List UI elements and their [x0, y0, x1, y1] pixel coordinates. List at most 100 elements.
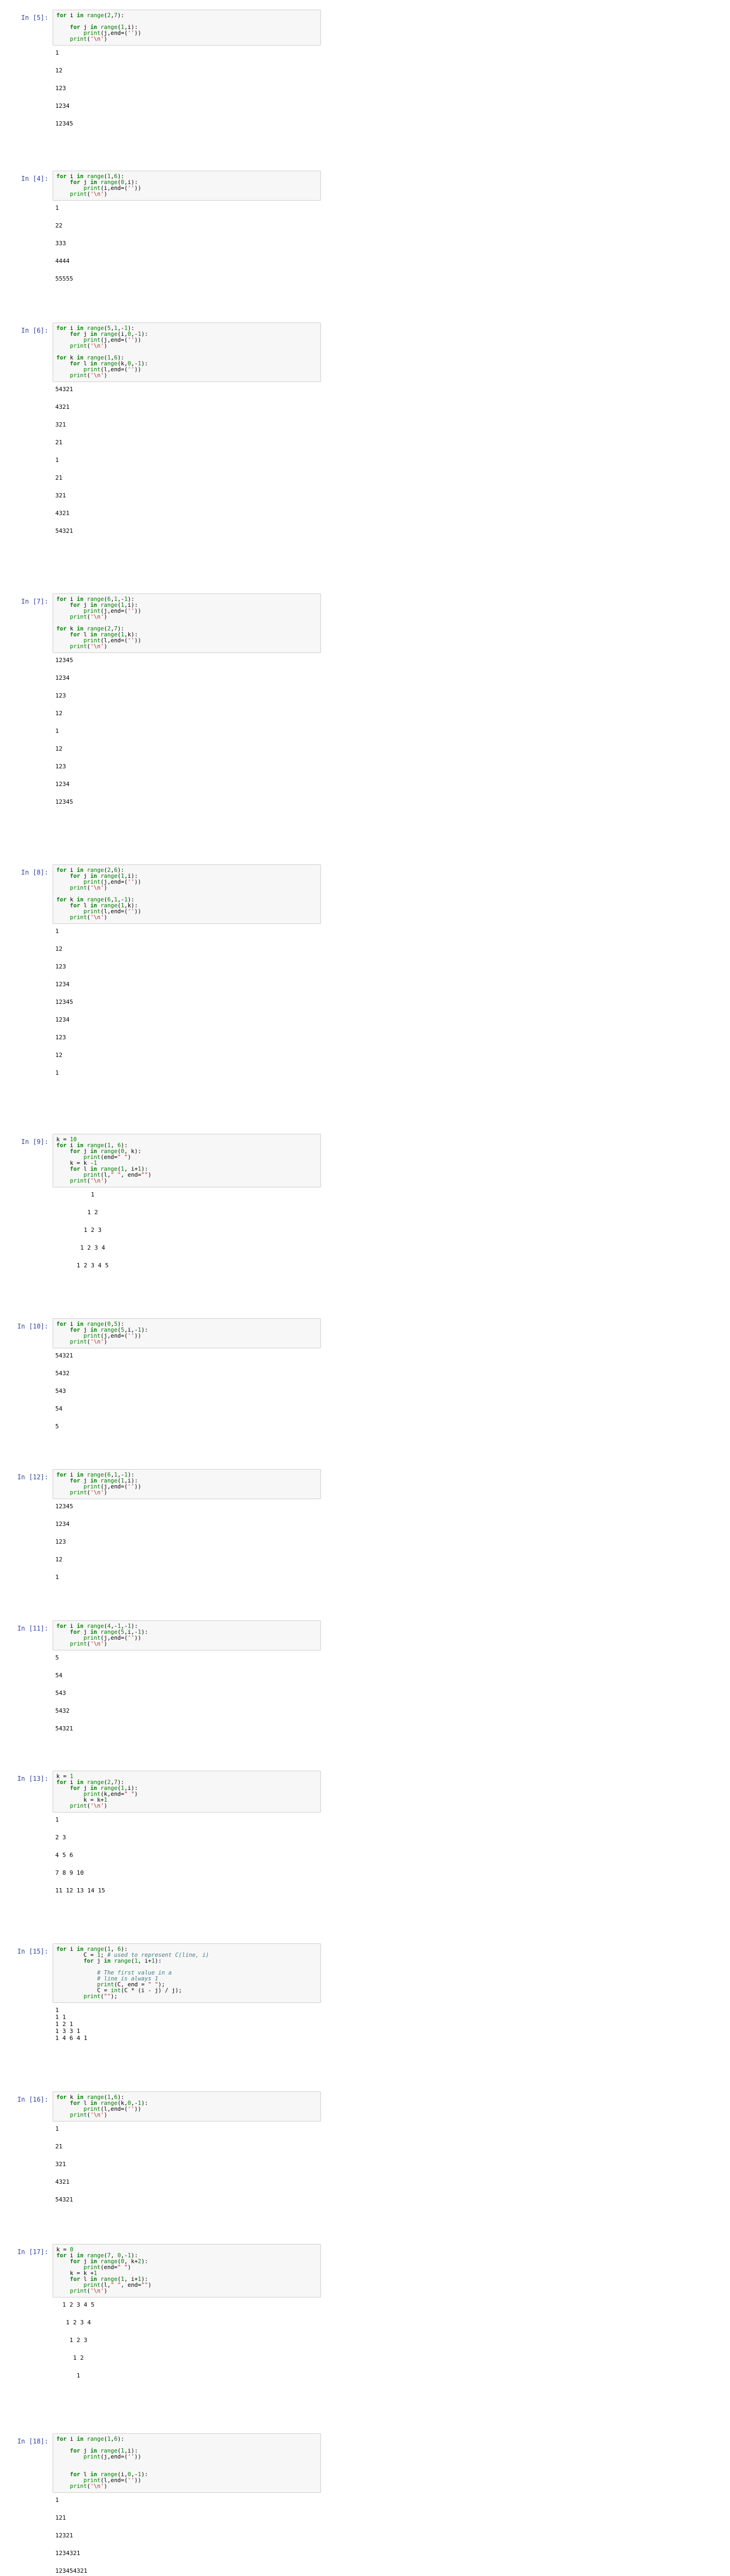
code-input-area[interactable]: for k in range(1,6): for l in range(k,0,… [53, 2091, 321, 2122]
output-line: 54321 [55, 386, 74, 393]
code-input-area[interactable]: for i in range(2,7): for j in range(1,i)… [53, 10, 321, 46]
code-input-area[interactable]: k = 0 for i in range(7, 0,-1): for j in r… [53, 2244, 321, 2298]
code-line: for j in range(1, i+1): [83, 1958, 162, 1964]
output-line: 1234 [55, 781, 70, 788]
output-line: 1 2 3 4 5 [55, 1262, 109, 1269]
output-line: 12345 [55, 657, 74, 664]
code-input-area[interactable]: for i in range(2,6): for j in range(1,i)… [53, 864, 321, 924]
code-line: print('\n') [70, 1489, 107, 1496]
code-line: for i in range(1,6): [56, 2436, 125, 2442]
output-line: 1234321 [55, 2550, 81, 2557]
code-line: print(""); [83, 1993, 118, 2000]
output-line: 54321 [55, 1725, 74, 1732]
code-input-area[interactable]: k = 1 for i in range(2,7): for j in range… [53, 1771, 321, 1812]
output-line: 5 [55, 1654, 59, 1661]
output-line: 4444 [55, 258, 70, 265]
input-prompt: In [17]: [17, 2248, 48, 2256]
output-line: 1 [55, 1816, 59, 1823]
output-line: 1 [55, 2497, 59, 2504]
output-line: 123 [55, 85, 66, 92]
output-line: 1 2 3 4 [55, 2319, 91, 2326]
output-line: 1 2 3 4 5 [55, 2301, 94, 2308]
output-line: 1 2 3 [55, 2337, 87, 2344]
output-line: 55555 [55, 275, 74, 282]
output-line: 123 [55, 963, 66, 970]
output-line: 5432 [55, 1370, 70, 1377]
output-line: 123 [55, 692, 66, 699]
code-input-area[interactable]: k = 10 for i in range(1, 6): for j in ran… [53, 1134, 321, 1187]
output-line: 4 5 6 [55, 1852, 74, 1859]
output-line: 12345 [55, 1503, 74, 1510]
code-input-area[interactable]: for i in range(6,1,-1): for j in range(1… [53, 1469, 321, 1499]
output-line: 12321 [55, 2532, 74, 2539]
output-line: 1 2 [55, 2354, 84, 2361]
output-line: 4321 [55, 403, 70, 410]
code-line: print('\n') [70, 2112, 107, 2118]
output-line: 1 [55, 728, 59, 735]
code-input-area[interactable]: for i in range(1,6): for j in range(1,i)… [53, 2433, 321, 2493]
code-input-area[interactable]: for i in range(1, 6): C = 1; # used to r… [53, 1943, 321, 2003]
output-line: 1 1 [55, 2014, 66, 2021]
output-line: 1 2 [55, 1209, 98, 1216]
output-line: 1 [55, 1191, 94, 1198]
input-prompt: In [7]: [21, 598, 48, 605]
output-line: 4321 [55, 510, 70, 517]
output-line: 4321 [55, 2178, 70, 2185]
output-line: 1 [55, 1069, 59, 1076]
output-line: 1 [55, 2125, 59, 2132]
output-line: 5432 [55, 1707, 70, 1714]
output-line: 1234 [55, 674, 70, 681]
output-line: 123 [55, 1538, 66, 1545]
output-line: 1 [55, 204, 59, 211]
output-line: 543 [55, 1388, 66, 1395]
input-prompt: In [8]: [21, 869, 48, 876]
input-prompt: In [4]: [21, 175, 48, 182]
output-line: 12 [55, 1052, 63, 1059]
output-line: 22 [55, 222, 63, 229]
code-line: print('\n') [70, 914, 107, 921]
code-line: print('\n') [70, 885, 107, 891]
input-prompt: In [12]: [17, 1473, 48, 1481]
notebook: In [5]: for i in range(2,7): for j in ran… [0, 0, 730, 2576]
input-prompt: In [13]: [17, 1775, 48, 1782]
output-line: 54321 [55, 1352, 74, 1359]
code-input-area[interactable]: for i in range(6,1,-1): for j in range(1… [53, 593, 321, 653]
output-line: 1234 [55, 1521, 70, 1528]
code-line: print(j,end=('')) [83, 2454, 142, 2460]
code-line: print('\n') [70, 36, 107, 42]
output-line: 54 [55, 1672, 63, 1679]
code-line: print('\n') [70, 191, 107, 197]
output-line: 1 [55, 928, 59, 935]
output-line: 121 [55, 2514, 66, 2521]
output-line: 1 2 1 [55, 2021, 74, 2028]
input-prompt: In [16]: [17, 2096, 48, 2103]
output-line: 12 [55, 745, 63, 752]
output-line: 1 [55, 49, 59, 56]
code-input-area[interactable]: for i in range(5,1,-1): for j in range(i… [53, 322, 321, 382]
output-line: 321 [55, 492, 66, 499]
code-line: print('\n') [70, 1641, 107, 1647]
output-line: 12345 [55, 798, 74, 805]
output-line: 21 [55, 2143, 63, 2150]
output-line: 123454321 [55, 2567, 87, 2574]
output-line: 1234 [55, 1016, 70, 1023]
output-line: 1 [55, 2007, 59, 2014]
output-line: 21 [55, 439, 63, 446]
output-line: 321 [55, 421, 66, 428]
input-prompt: In [9]: [21, 1138, 48, 1146]
output-line: 543 [55, 1690, 66, 1697]
output-line: 333 [55, 240, 66, 247]
input-prompt: In [11]: [17, 1625, 48, 1632]
code-line: print('\n') [70, 1178, 107, 1184]
code-input-area[interactable]: for i in range(1,6): for j in range(0,i)… [53, 171, 321, 201]
code-input-area[interactable]: for i in range(0,5): for j in range(5,i,… [53, 1318, 321, 1348]
code-line: print('\n') [70, 614, 107, 620]
output-line: 54321 [55, 2196, 74, 2203]
code-input-area[interactable]: for i in range(4,-1,-1): for j in range(… [53, 1620, 321, 1650]
output-line: 12345 [55, 120, 74, 127]
output-line: 1234 [55, 102, 70, 109]
output-line: 12 [55, 945, 63, 952]
output-line: 123 [55, 1034, 66, 1041]
output-line: 1 [55, 1574, 59, 1581]
output-line: 5 [55, 1423, 59, 1430]
